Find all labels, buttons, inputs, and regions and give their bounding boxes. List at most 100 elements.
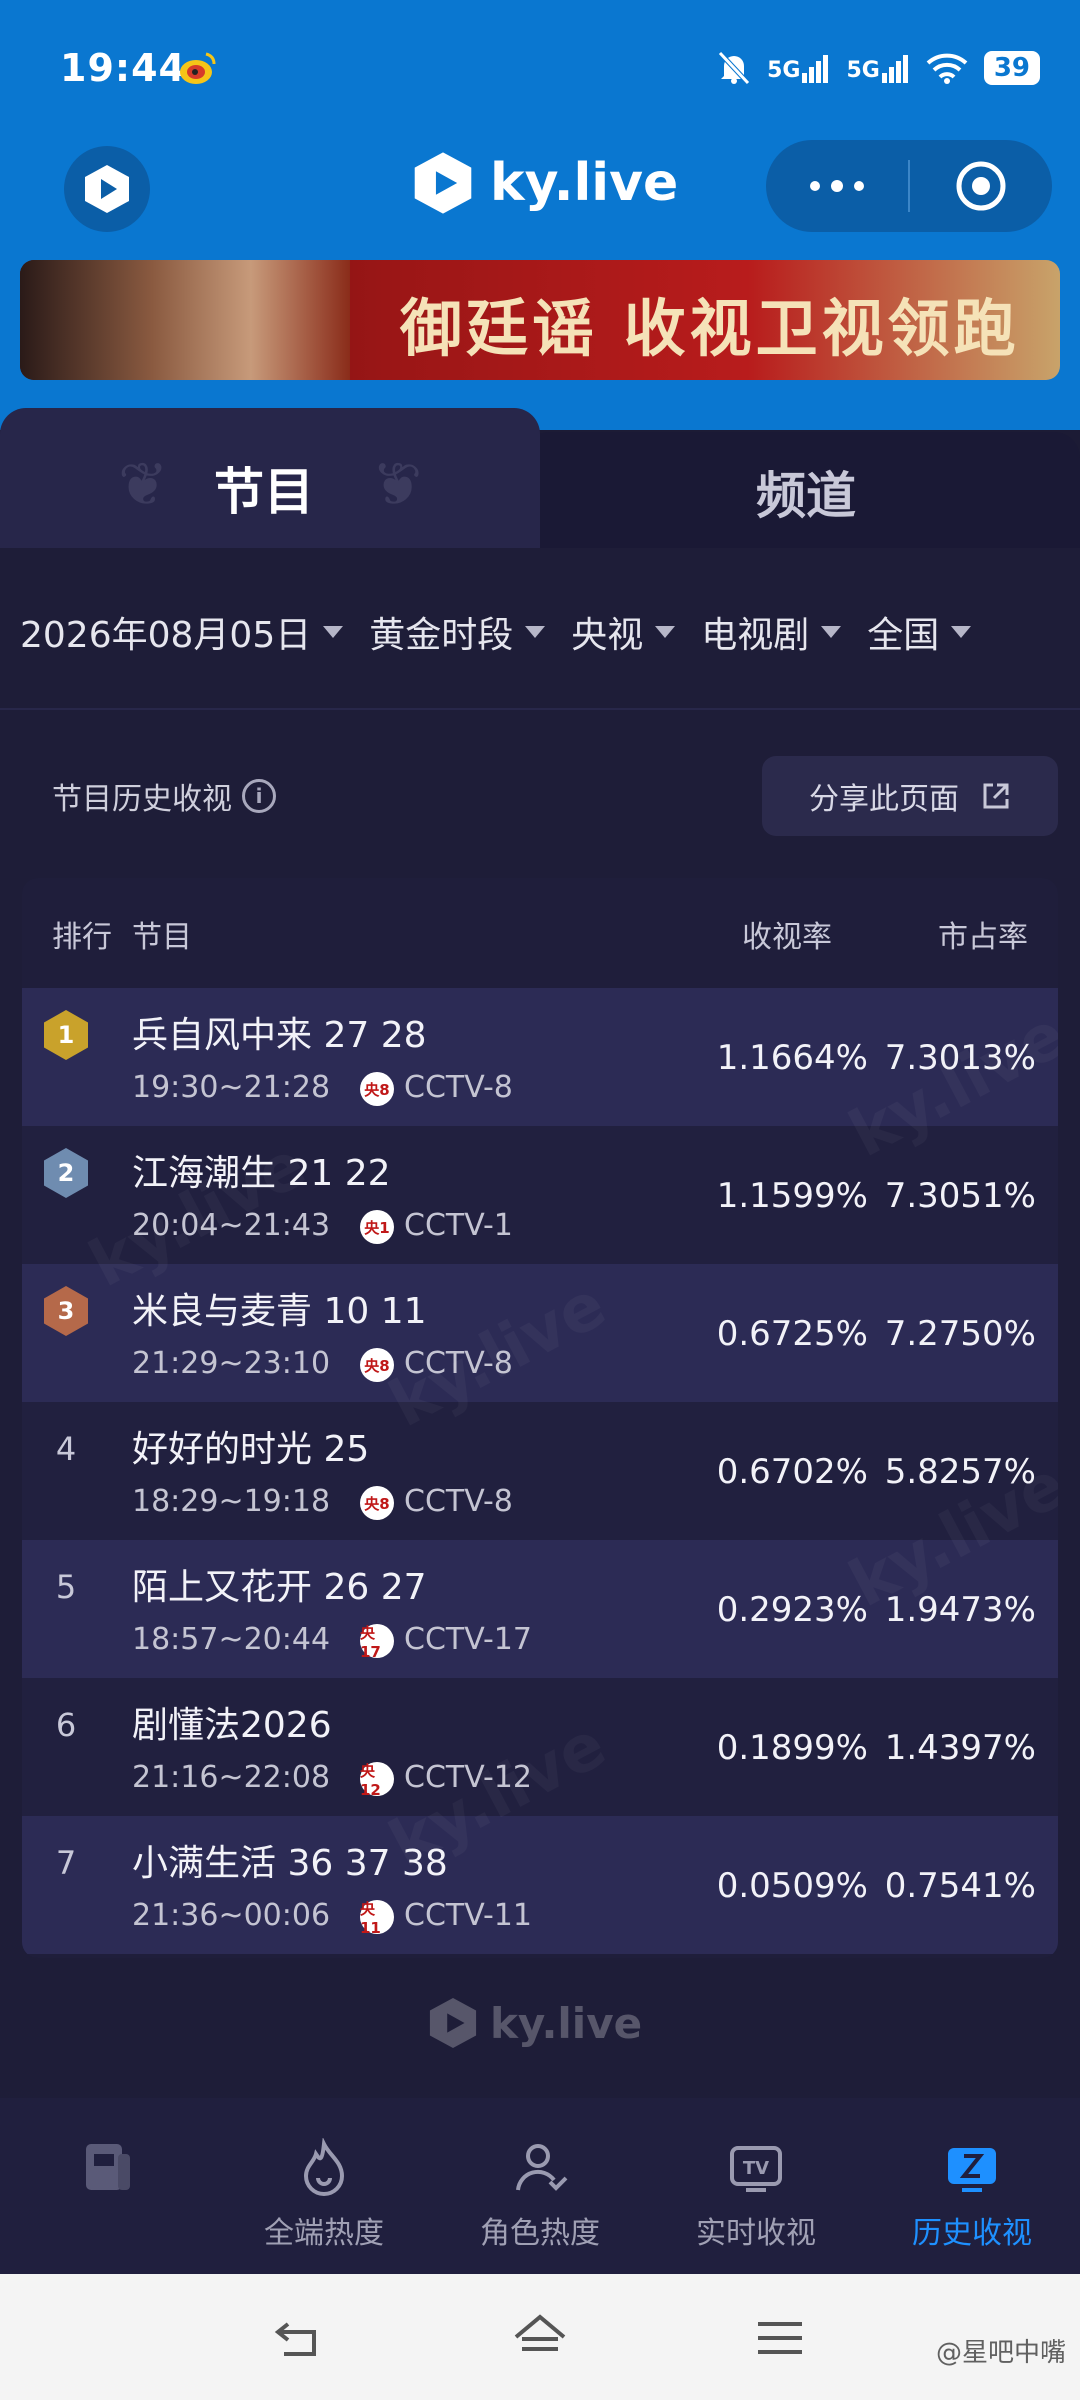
banner-image xyxy=(20,260,350,380)
back-button[interactable] xyxy=(270,2308,330,2368)
rank-medal-silver: 2 xyxy=(44,1148,88,1198)
watermark-credit: @星吧中嘴 xyxy=(935,2338,1066,2368)
program-rating: 0.6702% xyxy=(716,1452,868,1492)
banner-text: 御廷谣 收视卫视领跑 xyxy=(400,292,1020,365)
caret-down-icon xyxy=(821,626,842,638)
signal-label-1: 5G xyxy=(767,58,801,83)
tab-channel-label: 频道 xyxy=(756,467,856,525)
channel-logo-icon: 央1 xyxy=(360,1210,394,1244)
filter-timeslot[interactable]: 黄金时段 xyxy=(369,606,546,658)
header-rank: 排行 xyxy=(52,920,112,955)
home-icon xyxy=(514,2314,566,2351)
program-time: 18:57~20:44 xyxy=(132,1622,331,1657)
header-rating: 收视率 xyxy=(742,920,832,955)
program-title: 兵自风中来 27 28 xyxy=(132,1015,427,1056)
filter-genre[interactable]: 电视剧 xyxy=(701,606,842,658)
status-bar: 19:44 5G 5G 39 xyxy=(0,0,1080,140)
weibo-icon xyxy=(178,50,218,86)
status-right-icons: 5G 5G 39 xyxy=(717,48,1040,88)
filter-timeslot-label: 黄金时段 xyxy=(369,615,514,656)
nav-label: 历史收视 xyxy=(912,2216,1032,2251)
status-time: 19:44 xyxy=(60,46,186,90)
filter-network[interactable]: 央视 xyxy=(571,606,676,658)
laurel-right-icon: ❦ xyxy=(372,450,423,520)
caret-down-icon xyxy=(655,626,676,638)
wifi-icon xyxy=(926,53,968,84)
filter-region-label: 全国 xyxy=(867,615,940,656)
rank-number: 4 xyxy=(55,1430,77,1468)
nav-label: 角色热度 xyxy=(480,2216,600,2251)
table-row[interactable]: 7 小满生活 36 37 38 21:36~00:06 央11 CCTV-11 … xyxy=(22,1816,1058,1954)
rank-medal-gold: 1 xyxy=(44,1010,88,1060)
program-share: 0.7541% xyxy=(884,1866,1036,1906)
section-title-text: 节目历史收视 xyxy=(52,782,232,817)
header-share: 市占率 xyxy=(938,920,1028,955)
signal-bars-icon xyxy=(881,55,908,83)
external-link-icon xyxy=(983,783,1009,809)
program-time: 21:29~23:10 xyxy=(132,1346,331,1381)
kylive-logo-icon xyxy=(85,165,129,213)
program-share: 7.2750% xyxy=(884,1314,1036,1354)
svg-text:TV: TV xyxy=(743,2158,769,2179)
table-row[interactable]: 4 好好的时光 25 18:29~19:18 央8 CCTV-8 0.6702%… xyxy=(22,1402,1058,1540)
tv-icon: TV xyxy=(726,2138,786,2198)
filter-bar: 2026年08月05日 黄金时段 央视 电视剧 全国 xyxy=(20,606,972,658)
home-logo-button[interactable] xyxy=(64,146,150,232)
target-icon xyxy=(956,161,1006,211)
share-page-button[interactable]: 分享此页面 xyxy=(762,756,1058,836)
main-panel: 2026年08月05日 黄金时段 央视 电视剧 全国 节目历史收视 i 分享此页… xyxy=(0,548,1080,2098)
kylive-logo-icon xyxy=(414,152,472,214)
menu-icon xyxy=(758,2322,802,2354)
program-channel: CCTV-11 xyxy=(404,1898,532,1933)
nav-item-live-ratings[interactable]: TV 实时收视 xyxy=(648,2098,864,2274)
program-rating: 1.1664% xyxy=(716,1038,868,1078)
more-button[interactable] xyxy=(766,140,908,232)
program-channel: CCTV-8 xyxy=(404,1070,513,1105)
person-icon xyxy=(510,2138,570,2198)
program-channel: CCTV-1 xyxy=(404,1208,513,1243)
program-time: 21:36~00:06 xyxy=(132,1898,331,1933)
menu-button[interactable] xyxy=(750,2308,810,2368)
back-icon xyxy=(274,2322,316,2356)
close-target-button[interactable] xyxy=(910,140,1052,232)
system-nav-bar: @星吧中嘴 xyxy=(0,2274,1080,2400)
program-time: 21:16~22:08 xyxy=(132,1760,331,1795)
brand: ky.live xyxy=(412,150,678,216)
program-rating: 0.2923% xyxy=(716,1590,868,1630)
signal-label-2: 5G xyxy=(846,58,880,83)
tab-channel[interactable]: 频道 xyxy=(520,432,1080,548)
ratings-table: 排行 节目 收视率 市占率 1 兵自风中来 27 28 19:30~21:28 … xyxy=(22,878,1058,1958)
table-header: 排行 节目 收视率 市占率 xyxy=(22,878,1058,988)
program-time: 19:30~21:28 xyxy=(132,1070,331,1105)
tab-program[interactable]: ❦ 节目 ❦ xyxy=(0,408,540,548)
nav-item-all-heat[interactable]: 全端热度 xyxy=(216,2098,432,2274)
channel-logo-icon: 央8 xyxy=(360,1486,394,1520)
signal-bars-icon xyxy=(802,55,829,83)
bottom-nav: 全端热度 角色热度 TV 实时收视 历史收视 xyxy=(0,2098,1080,2274)
laurel-left-icon: ❦ xyxy=(118,450,169,520)
brand-name: ky.live xyxy=(490,153,679,213)
program-channel: CCTV-8 xyxy=(404,1484,513,1519)
promo-banner[interactable]: 御廷谣 收视卫视领跑 xyxy=(20,260,1060,380)
caret-down-icon xyxy=(525,626,546,638)
nav-label: 实时收视 xyxy=(696,2216,816,2251)
program-title: 剧懂法2026 xyxy=(132,1705,332,1746)
share-button-label: 分享此页面 xyxy=(809,782,959,817)
fire-icon xyxy=(294,2138,354,2198)
filter-region[interactable]: 全国 xyxy=(867,606,972,658)
program-title: 好好的时光 25 xyxy=(132,1429,370,1470)
more-dots-icon xyxy=(810,180,864,192)
caret-down-icon xyxy=(951,626,972,638)
rank-number: 5 xyxy=(55,1568,77,1606)
home-button[interactable] xyxy=(510,2308,570,2368)
nav-item-history-ratings[interactable]: 历史收视 xyxy=(864,2098,1080,2274)
program-rating: 0.1899% xyxy=(716,1728,868,1768)
channel-logo-icon: 央12 xyxy=(360,1762,394,1799)
nav-item-role-heat[interactable]: 角色热度 xyxy=(432,2098,648,2274)
nav-item-news[interactable] xyxy=(0,2098,216,2274)
program-share: 1.4397% xyxy=(884,1728,1036,1768)
tab-program-label: 节目 xyxy=(214,463,314,521)
divider xyxy=(0,708,1080,710)
filter-date[interactable]: 2026年08月05日 xyxy=(20,606,344,658)
info-icon[interactable]: i xyxy=(242,779,276,813)
